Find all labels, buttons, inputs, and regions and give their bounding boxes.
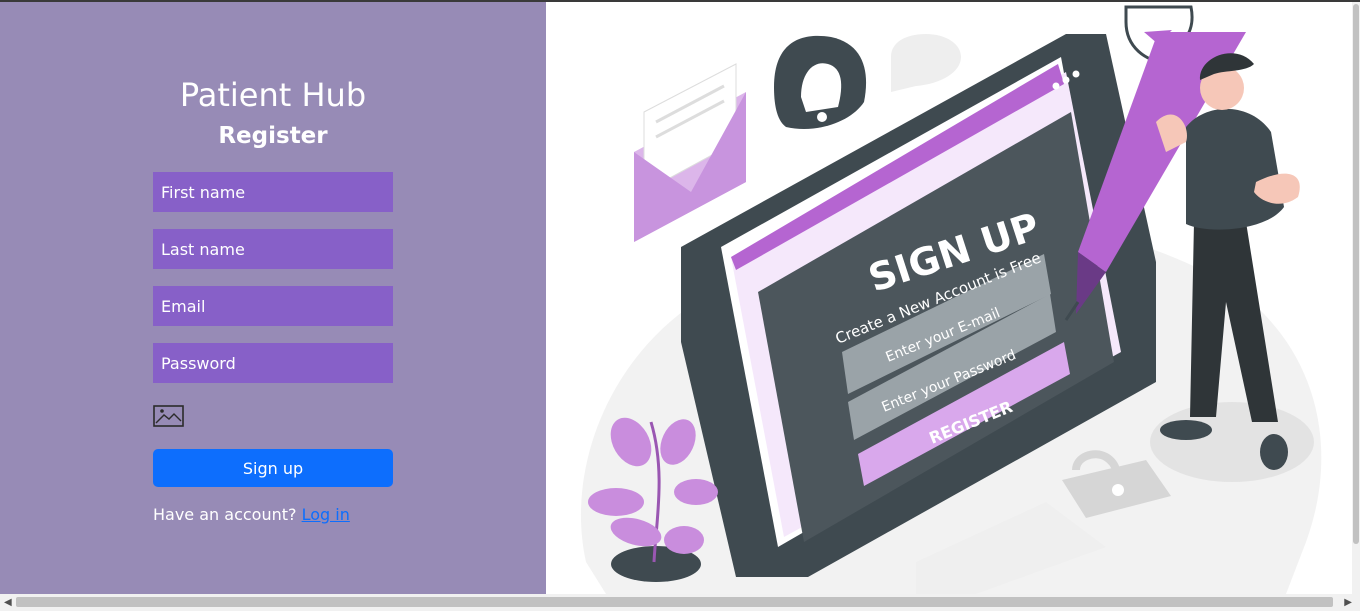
- signup-illustration: SIGN UP Create a New Account is Free Ent…: [580, 5, 1322, 594]
- login-link[interactable]: Log in: [302, 505, 350, 524]
- vertical-scrollbar[interactable]: [1352, 2, 1360, 594]
- scroll-right-arrow-icon[interactable]: ▶: [1344, 596, 1352, 609]
- horizontal-scrollbar[interactable]: ◀ ▶: [0, 594, 1360, 611]
- bell-icon: [774, 35, 867, 130]
- horizontal-scrollbar-thumb[interactable]: [16, 597, 1333, 607]
- app-title: Patient Hub: [179, 76, 367, 114]
- form-title: Register: [218, 123, 328, 149]
- image-upload-icon[interactable]: [153, 404, 185, 430]
- password-input[interactable]: [153, 343, 393, 383]
- chat-bubble-icon: [891, 34, 961, 92]
- scroll-left-arrow-icon[interactable]: ◀: [4, 596, 12, 609]
- registration-panel: Patient Hub Register Sign up Have an acc…: [0, 2, 546, 594]
- envelope-icon: [634, 63, 746, 242]
- account-prompt-text: Have an account?: [153, 505, 297, 524]
- last-name-input[interactable]: [153, 229, 393, 269]
- sign-up-button[interactable]: Sign up: [153, 449, 393, 487]
- illustration-panel: SIGN UP Create a New Account is Free Ent…: [546, 2, 1352, 594]
- first-name-input[interactable]: [153, 172, 393, 212]
- vertical-scrollbar-thumb[interactable]: [1353, 4, 1359, 544]
- account-prompt: Have an account? Log in: [153, 505, 350, 524]
- email-input[interactable]: [153, 286, 393, 326]
